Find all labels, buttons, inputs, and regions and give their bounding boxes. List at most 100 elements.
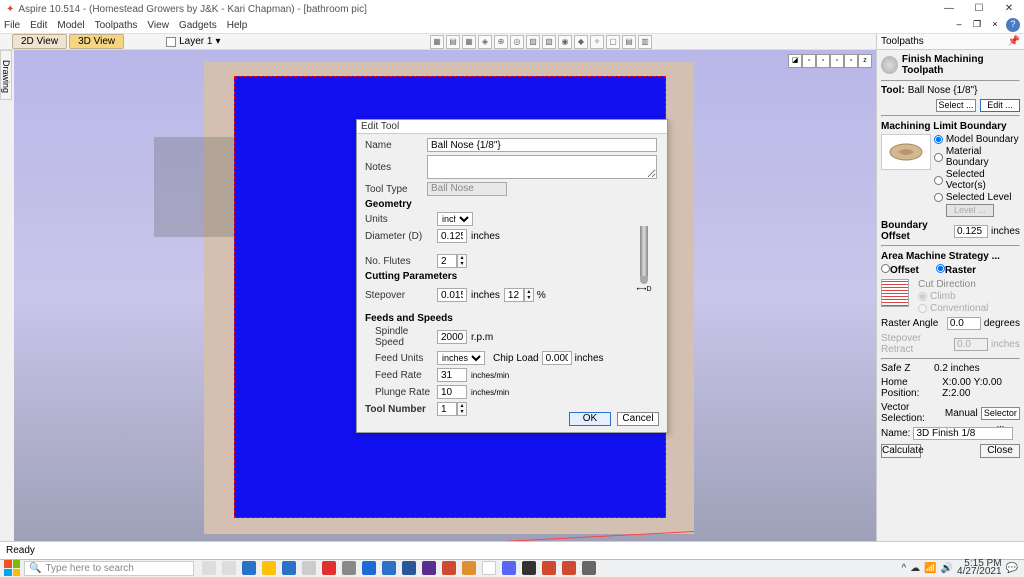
tb-app-18[interactable] — [582, 561, 596, 575]
doc-close[interactable]: × — [988, 18, 1002, 32]
close-panel-button[interactable]: Close — [980, 444, 1020, 458]
toggle-icon-2[interactable]: ▤ — [446, 35, 460, 49]
drawing-tab[interactable]: Drawing — [0, 50, 12, 100]
cancel-button[interactable]: Cancel — [617, 412, 659, 426]
plunge-input[interactable] — [437, 385, 467, 399]
selector-button[interactable]: Selector ... — [981, 407, 1020, 420]
top-view-icon[interactable]: ▫ — [830, 54, 844, 68]
side-view-icon[interactable]: ▫ — [816, 54, 830, 68]
tb-app-6[interactable] — [342, 561, 356, 575]
maximize-button[interactable]: ☐ — [964, 0, 994, 18]
edit-tool-button[interactable]: Edit ... — [980, 99, 1020, 112]
toggle-icon-10[interactable]: ◆ — [574, 35, 588, 49]
tooltype-select[interactable]: Ball Nose — [427, 182, 507, 196]
toggle-icon-9[interactable]: ◉ — [558, 35, 572, 49]
panel-pin-icon[interactable]: 📌 — [1008, 34, 1020, 49]
opt-offset[interactable]: Offset — [881, 264, 919, 276]
opt-selected-level[interactable]: Selected Level — [934, 192, 1020, 203]
stepover-pct-input[interactable] — [504, 288, 524, 302]
taskbar-search[interactable]: 🔍 Type here to search — [24, 561, 194, 576]
toggle-icon-3[interactable]: ▦ — [462, 35, 476, 49]
menu-file[interactable]: File — [4, 20, 20, 31]
notes-input[interactable] — [427, 155, 657, 179]
help-icon[interactable]: ? — [1006, 18, 1020, 32]
units-select[interactable]: inches — [437, 212, 473, 226]
menu-help[interactable]: Help — [227, 20, 248, 31]
tray-chevron-icon[interactable]: ^ — [901, 563, 906, 574]
doc-restore[interactable]: ❐ — [970, 18, 984, 32]
layer-selector[interactable]: Layer 1 ▾ — [166, 36, 220, 47]
feedrate-input[interactable] — [437, 368, 467, 382]
tb-app-1[interactable] — [242, 561, 256, 575]
toolnum-spinner[interactable]: ▴▾ — [457, 402, 467, 416]
tab-2d-view[interactable]: 2D View — [12, 34, 67, 49]
toggle-icon-4[interactable]: ◈ — [478, 35, 492, 49]
menu-toolpaths[interactable]: Toolpaths — [95, 20, 138, 31]
tb-app-7[interactable] — [362, 561, 376, 575]
tray-onedrive-icon[interactable]: ☁ — [910, 563, 920, 574]
tb-app-2[interactable] — [262, 561, 276, 575]
flutes-spinner[interactable]: ▴▾ — [457, 254, 467, 268]
tray-clock[interactable]: 5:15 PM4/27/2021 — [957, 560, 1002, 576]
toggle-icon-5[interactable]: ⊕ — [494, 35, 508, 49]
toggle-icon-11[interactable]: ✧ — [590, 35, 604, 49]
tb-app-15[interactable] — [522, 561, 536, 575]
tb-app-16[interactable] — [542, 561, 556, 575]
tb-cortana-icon[interactable] — [202, 561, 216, 575]
tb-app-13[interactable] — [482, 561, 496, 575]
chipload-input[interactable] — [542, 351, 572, 365]
toggle-icon-1[interactable]: ▦ — [430, 35, 444, 49]
doc-minimize[interactable]: – — [952, 18, 966, 32]
tb-app-11[interactable] — [442, 561, 456, 575]
tb-app-14[interactable] — [502, 561, 516, 575]
opt-selected-vectors[interactable]: Selected Vector(s) — [934, 169, 1020, 191]
tb-app-3[interactable] — [282, 561, 296, 575]
rangle-input[interactable] — [947, 317, 981, 330]
toggle-icon-7[interactable]: ▨ — [526, 35, 540, 49]
tpname-input[interactable] — [913, 427, 1013, 440]
iso-view-icon[interactable]: ◪ — [788, 54, 802, 68]
fit-view-icon[interactable]: ▫ — [844, 54, 858, 68]
tb-taskview-icon[interactable] — [222, 561, 236, 575]
toolnum-input[interactable] — [437, 402, 457, 416]
tb-app-8[interactable] — [382, 561, 396, 575]
menu-view[interactable]: View — [147, 20, 169, 31]
tray-volume-icon[interactable]: 🔊 — [941, 563, 953, 574]
tb-app-17[interactable] — [562, 561, 576, 575]
calculate-button[interactable]: Calculate — [881, 444, 921, 458]
toggle-icon-6[interactable]: ◎ — [510, 35, 524, 49]
start-button[interactable] — [4, 560, 20, 576]
menu-edit[interactable]: Edit — [30, 20, 47, 31]
toggle-icon-14[interactable]: ▥ — [638, 35, 652, 49]
spindle-input[interactable] — [437, 330, 467, 344]
tb-app-10[interactable] — [422, 561, 436, 575]
tab-3d-view[interactable]: 3D View — [69, 34, 124, 49]
menu-gadgets[interactable]: Gadgets — [179, 20, 217, 31]
opt-model-boundary[interactable]: Model Boundary — [934, 134, 1020, 145]
minimize-button[interactable]: — — [934, 0, 964, 18]
select-tool-button[interactable]: Select ... — [936, 99, 976, 112]
name-input[interactable] — [427, 138, 657, 152]
toggle-icon-13[interactable]: ▤ — [622, 35, 636, 49]
tb-app-9[interactable] — [402, 561, 416, 575]
z-view-icon[interactable]: z — [858, 54, 872, 68]
diameter-input[interactable] — [437, 229, 467, 243]
stepover-input[interactable] — [437, 288, 467, 302]
tb-app-5[interactable] — [322, 561, 336, 575]
boffset-input[interactable] — [954, 225, 988, 238]
toggle-icon-8[interactable]: ▧ — [542, 35, 556, 49]
menu-model[interactable]: Model — [57, 20, 84, 31]
tray-wifi-icon[interactable]: 📶 — [924, 563, 936, 574]
tb-app-4[interactable] — [302, 561, 316, 575]
ok-button[interactable]: OK — [569, 412, 611, 426]
stepover-spinner[interactable]: ▴▾ — [524, 288, 534, 302]
front-view-icon[interactable]: ▫ — [802, 54, 816, 68]
close-button[interactable]: ✕ — [994, 0, 1024, 18]
tray-notifications-icon[interactable]: 💬 — [1006, 563, 1018, 574]
tb-app-12[interactable] — [462, 561, 476, 575]
feedunits-select[interactable]: inches/min — [437, 351, 485, 365]
flutes-input[interactable] — [437, 254, 457, 268]
opt-material-boundary[interactable]: Material Boundary — [934, 146, 1020, 168]
toggle-icon-12[interactable]: ▢ — [606, 35, 620, 49]
opt-raster[interactable]: Raster — [936, 264, 976, 276]
